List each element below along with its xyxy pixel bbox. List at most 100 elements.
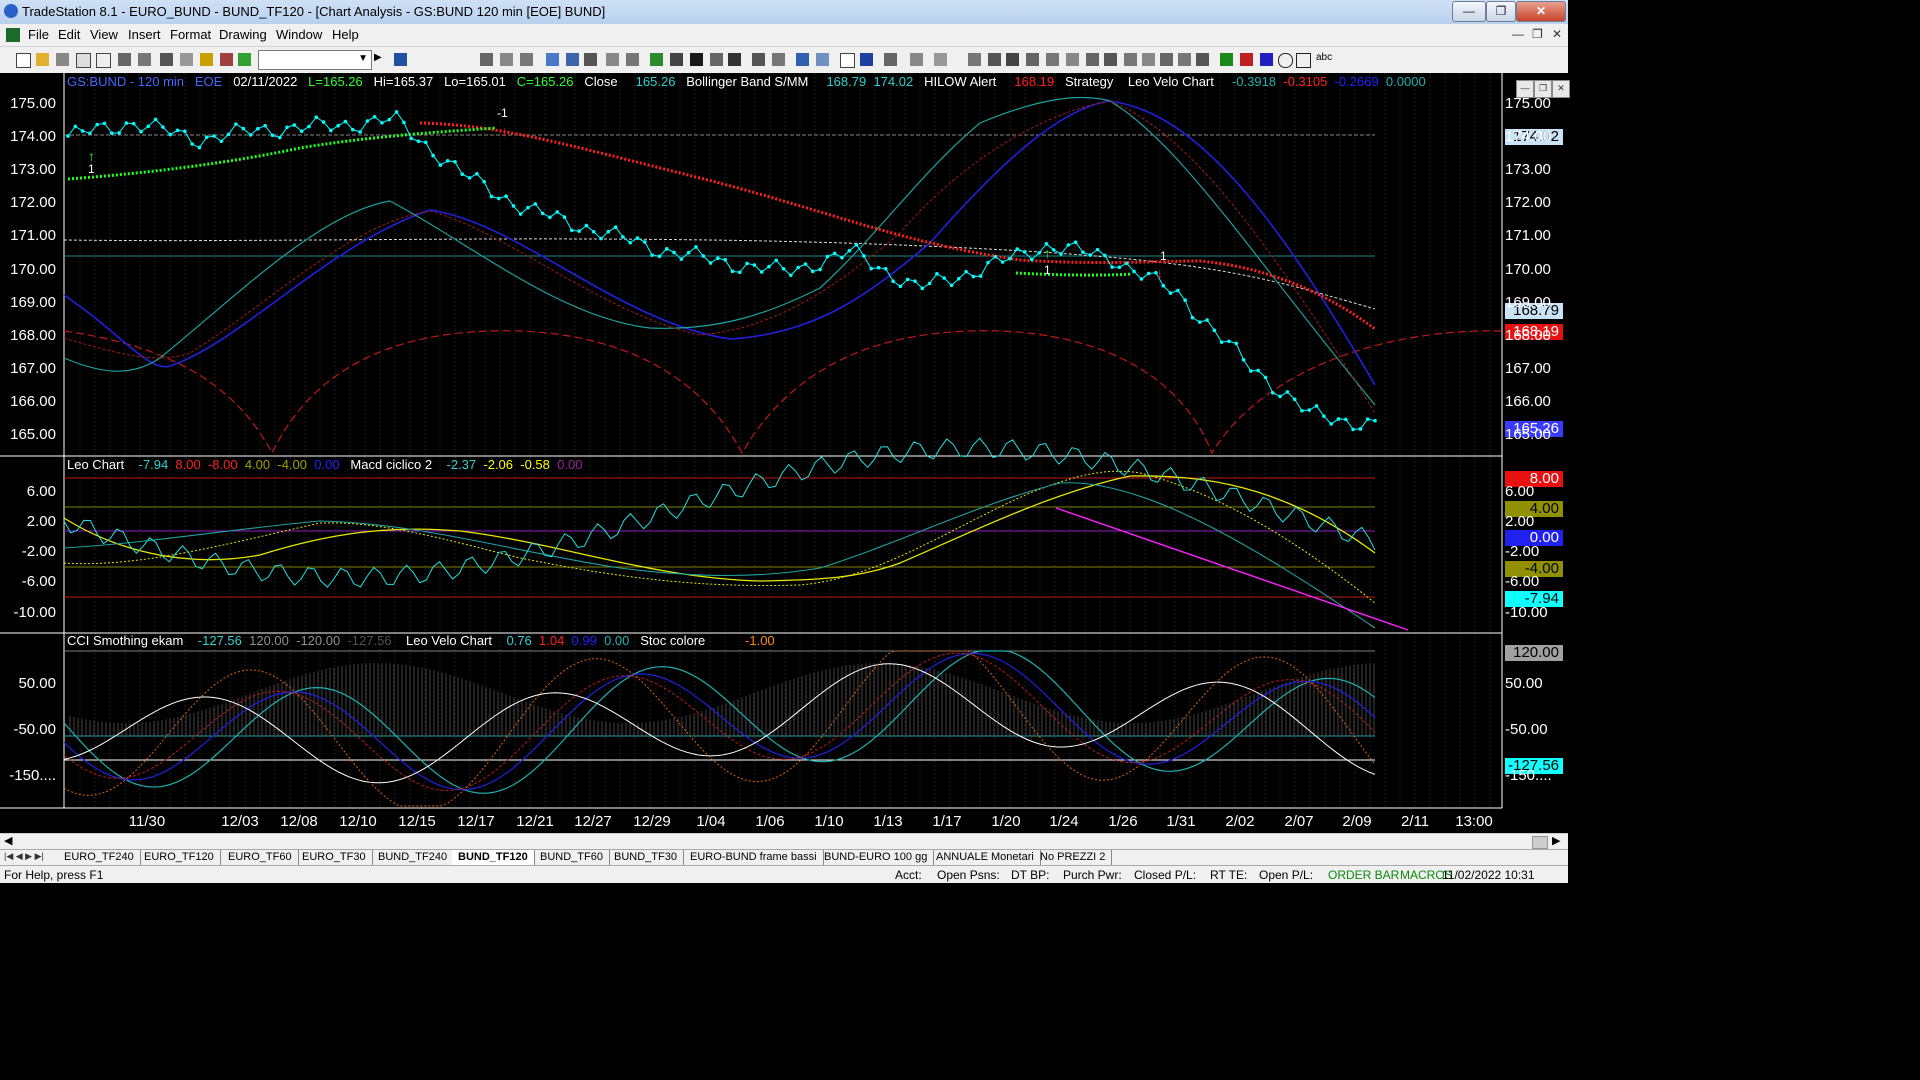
close-icon[interactable]: ✕ [1516, 1, 1566, 22]
format-icon[interactable] [626, 53, 639, 66]
symbol-lookup-icon[interactable] [394, 53, 407, 66]
ellipse-icon[interactable] [1278, 53, 1293, 68]
lock-icon[interactable] [200, 53, 213, 66]
indicator-icon[interactable] [670, 53, 683, 66]
vertical-line-icon[interactable] [1006, 53, 1019, 66]
paintbar-icon[interactable] [710, 53, 723, 66]
order-entry-icon[interactable] [910, 53, 923, 66]
andrews-icon[interactable] [1086, 53, 1099, 66]
chart-canvas[interactable]: -1 ↓ ↑ 1 ↑ 1 1 ↓ [0, 73, 1568, 833]
tab-euro-tf60[interactable]: EURO_TF60 [222, 850, 299, 865]
menu-edit[interactable]: Edit [58, 27, 80, 42]
activity-bar-icon[interactable] [728, 53, 741, 66]
gann-icon[interactable] [1066, 53, 1079, 66]
maximize-icon[interactable]: ❐ [1486, 1, 1516, 22]
grid-icon[interactable] [180, 53, 193, 66]
candle-chart-icon[interactable] [566, 53, 579, 66]
minimize-icon[interactable]: — [1452, 1, 1486, 22]
pointer-icon[interactable] [840, 53, 855, 68]
new-icon[interactable] [16, 53, 31, 68]
showme-icon[interactable] [690, 53, 703, 66]
chart-window-icon[interactable] [6, 28, 20, 42]
tab-bund-euro-100[interactable]: BUND-EURO 100 gg [818, 850, 935, 865]
sell-arrow-icon[interactable] [1240, 53, 1253, 66]
tab-bund-tf120[interactable]: BUND_TF120 [452, 850, 535, 865]
horizontal-scrollbar[interactable]: ◀ ▶ [0, 833, 1568, 850]
speed-lines-icon[interactable] [1104, 53, 1117, 66]
tab-euro-bund-frame-bassi[interactable]: EURO-BUND frame bassi [684, 850, 824, 865]
tab-annuale-monetari[interactable]: ANNUALE Monetari [930, 850, 1041, 865]
bar-spacing-icon[interactable] [772, 53, 785, 66]
tab-no-prezzi-2[interactable]: No PREZZI 2 [1034, 850, 1113, 865]
zoom-out-icon[interactable] [816, 53, 829, 66]
menu-help[interactable]: Help [332, 27, 359, 42]
chevron-down-icon[interactable]: ▼ [358, 53, 368, 64]
scroll-left-icon[interactable]: ◀ [4, 834, 12, 847]
scroll-right-icon[interactable]: ▶ [1552, 834, 1560, 847]
menu-insert[interactable]: Insert [128, 27, 161, 42]
order-bar-button[interactable]: ORDER BAR [1328, 868, 1399, 882]
strategy-icon[interactable] [650, 53, 663, 66]
print-preview-icon[interactable] [138, 53, 151, 66]
buy-arrow-icon[interactable] [1220, 53, 1233, 66]
trendline-icon[interactable] [968, 53, 981, 66]
save-icon[interactable] [56, 53, 69, 66]
copy-icon[interactable] [76, 53, 91, 68]
rectangle-icon[interactable] [1296, 53, 1311, 68]
price-point [73, 124, 78, 129]
scroll-thumb[interactable] [1532, 836, 1548, 849]
mdi-close-icon[interactable]: ✕ [1552, 27, 1562, 41]
regression-icon[interactable] [1124, 53, 1137, 66]
price-point [146, 124, 151, 129]
open-icon[interactable] [36, 53, 49, 66]
alert-icon[interactable] [934, 53, 947, 66]
workspace-icon[interactable] [238, 53, 251, 66]
matrix-icon[interactable] [520, 53, 533, 66]
fib-icon[interactable] [1046, 53, 1059, 66]
zoom-in-icon[interactable] [796, 53, 809, 66]
chart-analysis-window[interactable]: -1 ↓ ↑ 1 ↑ 1 1 ↓ GS:BUND - 120 min EOE 0… [0, 73, 1570, 833]
tab-bund-tf240[interactable]: BUND_TF240 [372, 850, 455, 865]
tab-bund-tf30[interactable]: BUND_TF30 [608, 850, 684, 865]
data-window-icon[interactable] [752, 53, 765, 66]
tools-icon[interactable] [884, 53, 897, 66]
pane2-header: Leo Chart -7.94 8.00 -8.00 4.00 -4.00 0.… [67, 457, 582, 472]
price-point [657, 254, 662, 259]
menu-view[interactable]: View [90, 27, 118, 42]
chart-analysis-icon[interactable] [480, 53, 493, 66]
price-point [329, 128, 333, 133]
symbol-combo[interactable]: ▼ [258, 50, 372, 70]
tab-euro-tf120[interactable]: EURO_TF120 [138, 850, 221, 865]
line-chart-icon[interactable] [584, 53, 597, 66]
price-point [1351, 427, 1355, 432]
horizontal-line-icon[interactable] [988, 53, 1001, 66]
tab-bund-tf60[interactable]: BUND_TF60 [534, 850, 610, 865]
arc-icon[interactable] [1178, 53, 1191, 66]
print-icon[interactable] [118, 53, 131, 66]
tab-euro-tf30[interactable]: EURO_TF30 [296, 850, 373, 865]
drawing-tools-icon[interactable] [220, 53, 233, 66]
paste-icon[interactable] [96, 53, 111, 68]
insert-analysis-icon[interactable] [606, 53, 619, 66]
menu-window[interactable]: Window [276, 27, 322, 42]
tab-nav-icon[interactable]: |◀ ◀ ▶ ▶| [4, 851, 44, 862]
radarscreen-icon[interactable] [500, 53, 513, 66]
arrow-lines-icon[interactable] [1142, 53, 1155, 66]
go-arrow-icon[interactable]: ▶ [374, 52, 382, 63]
price-point [694, 245, 698, 249]
insert-window-icon[interactable] [160, 53, 173, 66]
mdi-restore-icon[interactable]: ❐ [1532, 27, 1543, 41]
text-tool-icon[interactable]: abc [1316, 52, 1332, 63]
pane2-axis-label: 2.00 [1505, 513, 1535, 530]
bar-chart-icon[interactable] [546, 53, 559, 66]
menu-file[interactable]: File [28, 27, 49, 42]
mdi-minimize-icon[interactable]: — [1512, 27, 1524, 41]
menu-format[interactable]: Format [170, 27, 211, 42]
channel-icon[interactable] [1026, 53, 1039, 66]
parallel-icon[interactable] [1160, 53, 1173, 66]
freehand-icon[interactable] [1196, 53, 1209, 66]
tab-euro-tf240[interactable]: EURO_TF240 [58, 850, 141, 865]
up-arrow-icon[interactable] [1260, 53, 1273, 66]
menu-drawing[interactable]: Drawing [219, 27, 267, 42]
crosshair-icon[interactable] [860, 53, 873, 66]
